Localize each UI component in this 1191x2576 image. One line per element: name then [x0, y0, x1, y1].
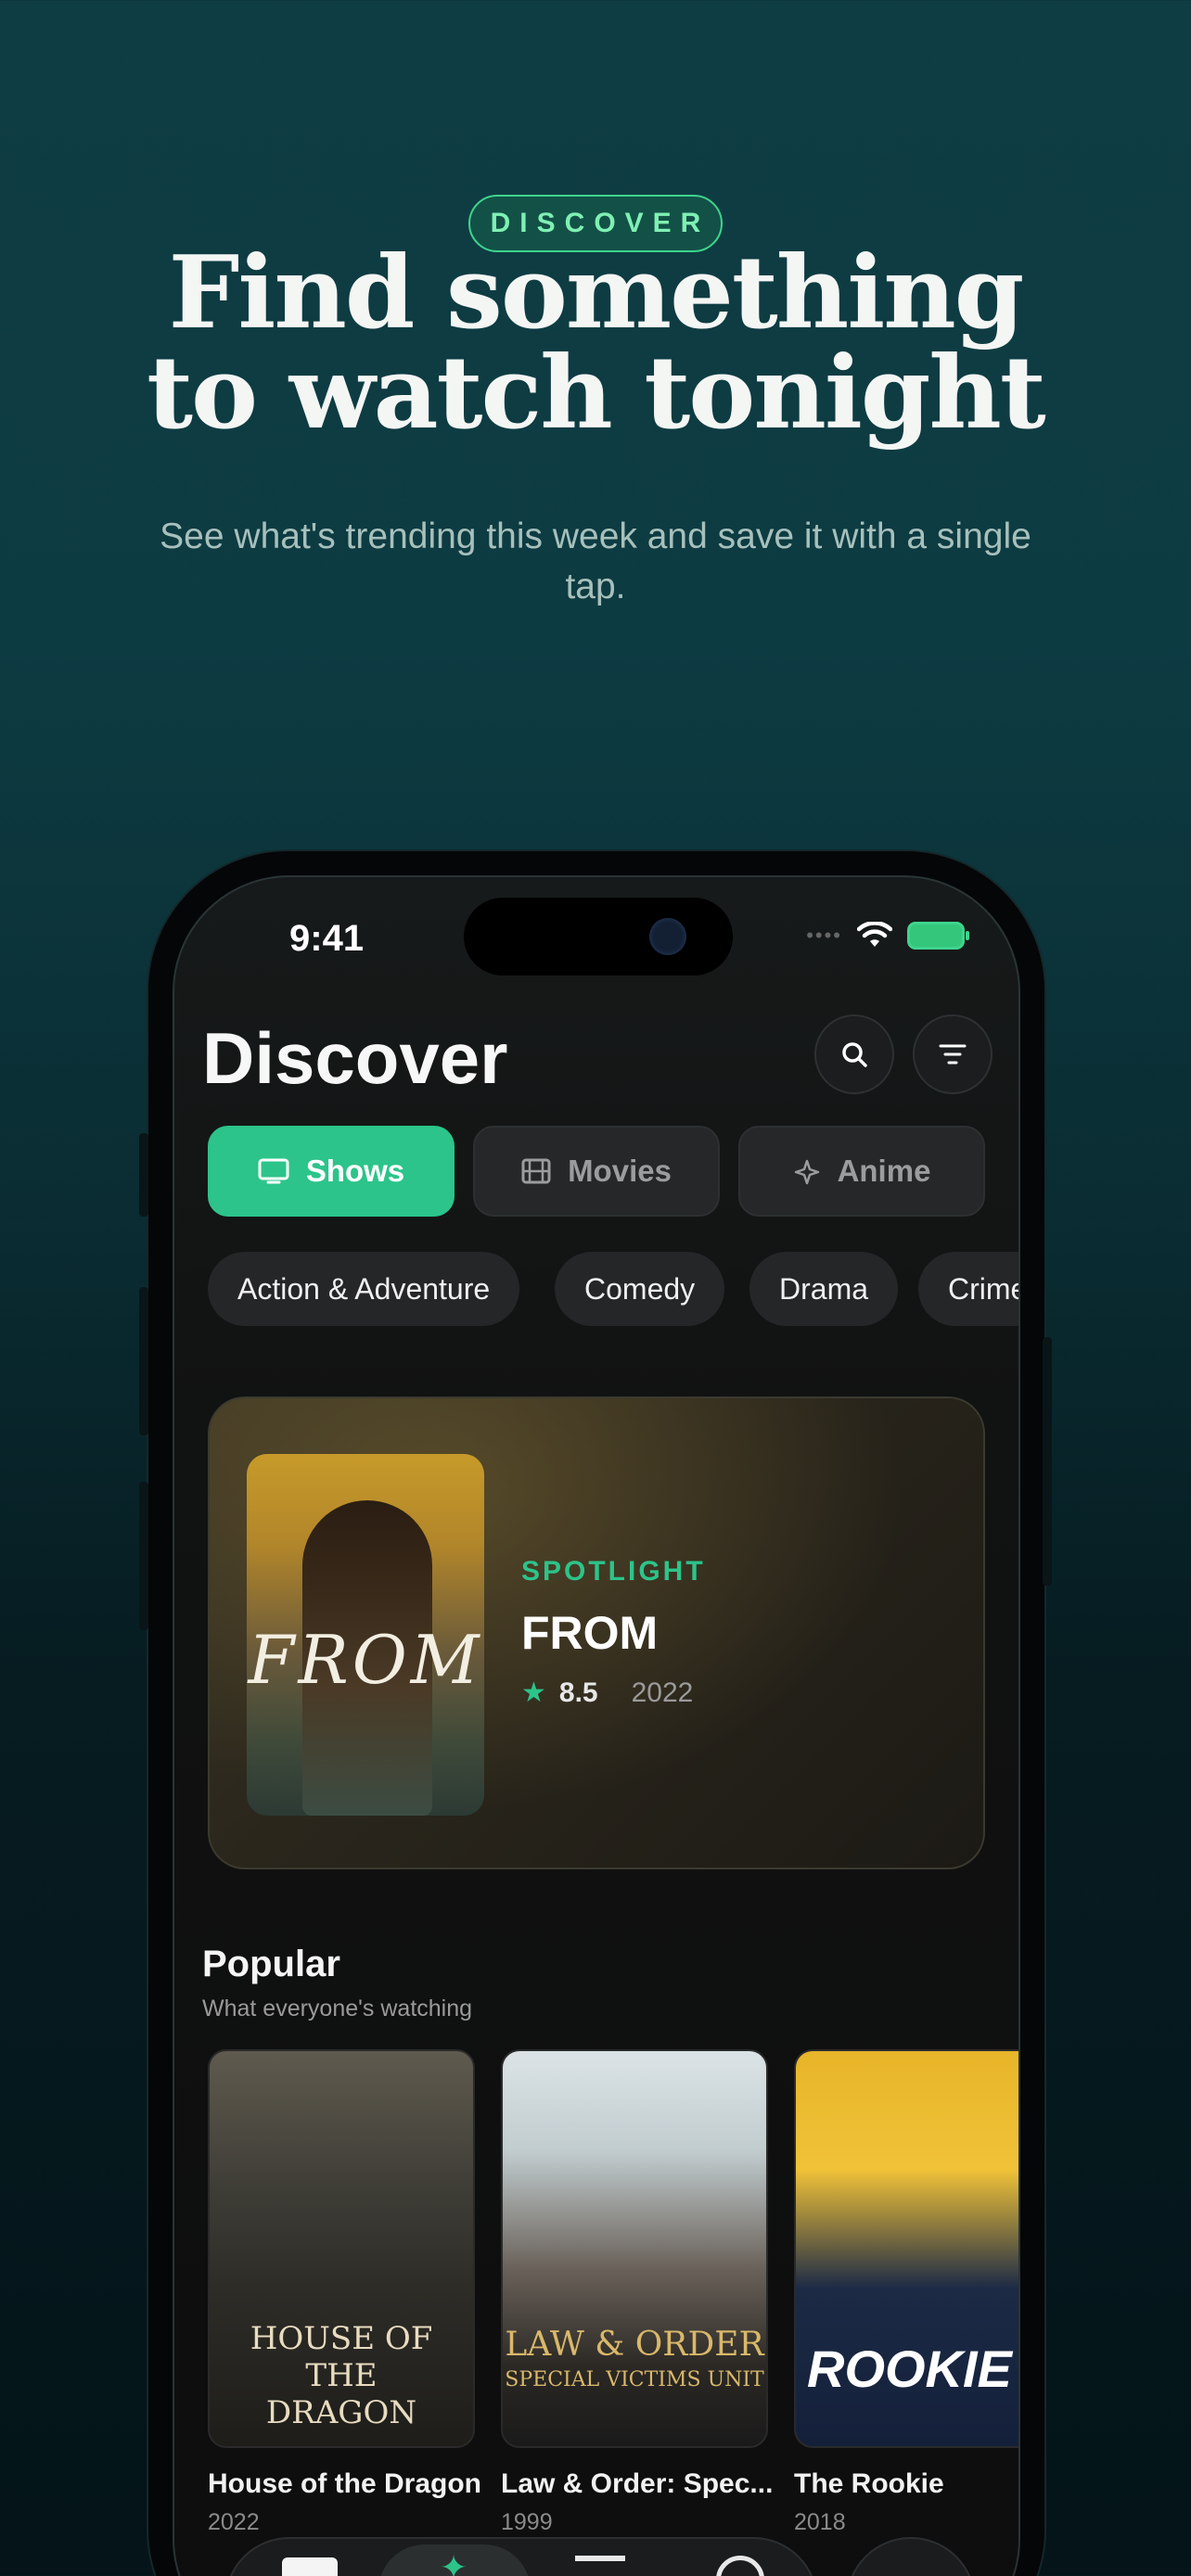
show-poster: LAW & ORDER SPECIAL VICTIMS UNIT	[501, 2049, 768, 2448]
wifi-icon	[857, 922, 892, 947]
section-subtitle-popular: What everyone's watching	[202, 1996, 473, 2021]
spotlight-year: 2022	[631, 1677, 694, 1708]
hero-subtitle: See what's trending this week and save i…	[160, 516, 1031, 606]
phone-power-button	[1043, 1337, 1052, 1586]
genre-chip-drama[interactable]: Drama	[749, 1252, 899, 1326]
show-title: Law & Order: Spec...	[501, 2468, 774, 2499]
tab-movies-label: Movies	[568, 1154, 672, 1188]
spotlight-card[interactable]: FROM SPOTLIGHT FROM ★ 8.5 2022	[208, 1396, 985, 1869]
spotlight-title: FROM	[521, 1607, 659, 1659]
search-button[interactable]	[814, 1014, 894, 1094]
spotlight-poster: FROM	[247, 1454, 484, 1816]
dynamic-island	[464, 898, 733, 976]
spotlight-rating: 8.5	[558, 1677, 598, 1708]
hero-title-line-1: Find something	[168, 235, 1025, 351]
show-year: 2022	[208, 2509, 260, 2535]
search-icon	[842, 1042, 867, 1067]
genre-chip-crime[interactable]: Crime	[918, 1252, 1018, 1326]
filter-icon	[939, 1044, 967, 1065]
film-icon	[521, 1158, 551, 1184]
genre-chip-action-adventure[interactable]: Action & Adventure	[208, 1252, 520, 1326]
genre-chip-comedy[interactable]: Comedy	[555, 1252, 725, 1326]
home-tab-icon[interactable]	[282, 2557, 338, 2576]
show-year: 1999	[501, 2509, 553, 2535]
discover-tab-icon[interactable]: ✦	[440, 2548, 467, 2576]
profile-tab-icon[interactable]	[716, 2556, 764, 2576]
tab-movies[interactable]: Movies	[473, 1126, 720, 1217]
hero-title: Find something to watch tonight	[0, 243, 1191, 443]
show-poster: HOUSE OF THE DRAGON	[208, 2049, 475, 2448]
camera-icon	[649, 918, 686, 955]
tab-anime-label: Anime	[837, 1154, 931, 1188]
spotlight-meta: ★ 8.5 2022	[521, 1677, 693, 1709]
page-title: Discover	[202, 1017, 508, 1099]
sparkle-icon	[794, 1159, 819, 1185]
show-card[interactable]: HOUSE OF THE DRAGON House of the Dragon …	[208, 2049, 482, 2536]
hero-title-line-2: to watch tonight	[147, 335, 1046, 452]
spotlight-poster-title: FROM	[248, 1621, 483, 1699]
star-icon: ★	[521, 1677, 546, 1708]
show-title: The Rookie	[794, 2468, 944, 2499]
phone-volume-up	[139, 1287, 148, 1435]
show-title: House of the Dragon	[208, 2468, 482, 2499]
filter-button[interactable]	[913, 1014, 992, 1094]
show-card[interactable]: ROOKIE The Rookie 2018	[794, 2049, 1018, 2536]
poster-subtitle: SPECIAL VICTIMS UNIT	[505, 2368, 764, 2391]
section-title-popular: Popular	[202, 1944, 340, 1984]
library-tab-icon[interactable]	[575, 2556, 625, 2576]
phone-screen: 9:41 •••• Discover Shows Movies Anime Ac…	[173, 875, 1020, 2576]
phone-action-button	[139, 1133, 148, 1217]
poster-title: HOUSE OF THE DRAGON	[250, 2320, 433, 2431]
show-card[interactable]: LAW & ORDER SPECIAL VICTIMS UNIT Law & O…	[501, 2049, 774, 2536]
tv-icon	[258, 1158, 289, 1184]
tab-shows-label: Shows	[305, 1154, 405, 1188]
tab-shows[interactable]: Shows	[208, 1126, 455, 1217]
show-poster: ROOKIE	[794, 2049, 1018, 2448]
bottom-action-button[interactable]	[846, 2537, 976, 2576]
tab-anime[interactable]: Anime	[738, 1126, 985, 1217]
bottom-tab-bar: ✦	[224, 2537, 818, 2576]
spotlight-label: SPOTLIGHT	[521, 1556, 706, 1587]
show-year: 2018	[794, 2509, 846, 2535]
phone-volume-down	[139, 1482, 148, 1630]
battery-icon	[907, 922, 969, 950]
poster-title: ROOKIE	[807, 2340, 1012, 2398]
poster-title: LAW & ORDER	[505, 2326, 764, 2364]
status-time: 9:41	[289, 918, 365, 959]
signal-icon: ••••	[806, 924, 842, 947]
status-indicators: ••••	[806, 922, 969, 950]
